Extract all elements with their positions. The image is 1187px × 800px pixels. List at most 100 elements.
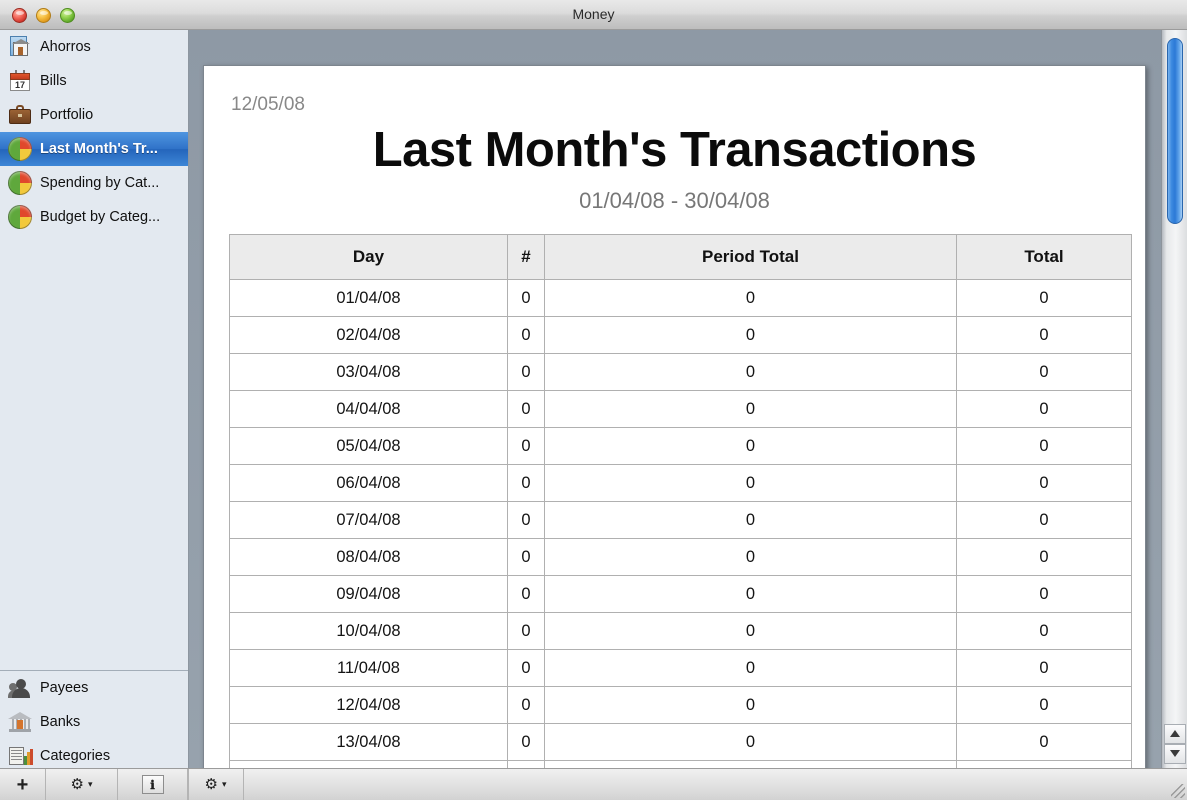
bottom-toolbar: + ⚙ ▾ ℹ ⚙ ▾: [0, 768, 1187, 800]
report-date: 12/05/08: [231, 94, 305, 115]
sidebar-item-budget-by-category[interactable]: Budget by Categ...: [0, 200, 188, 234]
cell-period-total: 0: [544, 353, 957, 391]
table-row: 08/04/08 0 0 0: [229, 538, 1132, 576]
sidebar-item-banks[interactable]: Banks: [0, 705, 188, 739]
cell-total: 0: [956, 353, 1132, 391]
sidebar: Ahorros 17 Bills Portfolio Last Month's …: [0, 30, 189, 768]
pie-chart-icon: [8, 205, 32, 229]
cell-period-total: 0: [544, 390, 957, 428]
cell-total: 0: [956, 686, 1132, 724]
cell-day: 12/04/08: [229, 686, 508, 724]
cell-period-total: 0: [544, 575, 957, 613]
cell-count: 0: [507, 316, 545, 354]
table-row: 04/04/08 0 0 0: [229, 390, 1132, 428]
cell-total: 0: [956, 612, 1132, 650]
sidebar-item-categories[interactable]: Categories: [0, 739, 188, 768]
report-action-menu-button[interactable]: ⚙ ▾: [188, 769, 244, 800]
table-row: 01/04/08 0 0 0: [229, 279, 1132, 317]
savings-bank-icon: [8, 35, 32, 59]
table-row: 09/04/08 0 0 0: [229, 575, 1132, 613]
plus-icon: +: [16, 773, 29, 796]
cell-day: 09/04/08: [229, 575, 508, 613]
cell-day: 14/04/08: [229, 760, 508, 768]
scroll-down-button[interactable]: [1164, 744, 1186, 764]
sidebar-item-label: Last Month's Tr...: [40, 141, 158, 157]
cell-count: 0: [507, 501, 545, 539]
briefcase-icon: [8, 103, 32, 127]
table-row: 12/04/08 0 0 0: [229, 686, 1132, 724]
report-title: Last Month's Transactions: [372, 123, 977, 177]
chevron-down-icon: [1170, 750, 1180, 757]
cell-count: 0: [507, 686, 545, 724]
cell-count: 0: [507, 612, 545, 650]
table-row: 05/04/08 0 0 0: [229, 427, 1132, 465]
sidebar-item-label: Portfolio: [40, 107, 94, 123]
cell-count: 0: [507, 760, 545, 768]
chevron-down-icon: ▾: [221, 779, 227, 789]
info-icon: ℹ: [141, 775, 164, 794]
people-icon: [8, 676, 32, 700]
cell-period-total: 0: [544, 760, 957, 768]
vertical-scrollbar[interactable]: [1161, 30, 1187, 768]
cell-period-total: 0: [544, 649, 957, 687]
cell-total: 0: [956, 464, 1132, 502]
sidebar-item-bills[interactable]: 17 Bills: [0, 64, 188, 98]
cell-day: 02/04/08: [229, 316, 508, 354]
chevron-up-icon: [1170, 730, 1180, 737]
sidebar-item-last-months-transactions[interactable]: Last Month's Tr...: [0, 132, 188, 166]
add-button[interactable]: +: [0, 769, 46, 800]
cell-count: 0: [507, 353, 545, 391]
sidebar-item-label: Payees: [40, 680, 89, 696]
action-menu-button[interactable]: ⚙ ▾: [46, 769, 118, 800]
table-row: 06/04/08 0 0 0: [229, 464, 1132, 502]
table-header-row: Day # Period Total Total: [229, 234, 1132, 280]
cell-period-total: 0: [544, 612, 957, 650]
sidebar-item-portfolio[interactable]: Portfolio: [0, 98, 188, 132]
column-header-count: #: [507, 234, 545, 280]
column-header-total: Total: [956, 234, 1132, 280]
cell-count: 0: [507, 279, 545, 317]
cell-count: 0: [507, 649, 545, 687]
gear-icon: ⚙: [70, 776, 84, 793]
info-toggle-button[interactable]: ℹ: [118, 769, 188, 800]
cell-total: 0: [956, 279, 1132, 317]
scroll-up-button[interactable]: [1164, 724, 1186, 744]
cell-period-total: 0: [544, 279, 957, 317]
table-row: 14/04/08000: [229, 760, 1132, 768]
sidebar-item-label: Spending by Cat...: [40, 175, 160, 191]
cell-total: 0: [956, 316, 1132, 354]
cell-total: 0: [956, 575, 1132, 613]
report-canvas: 12/05/08 Last Month's Transactions 01/04…: [189, 30, 1161, 768]
table-body: 01/04/08 0 0 0 02/04/08 0 0 0 03/04/08 0 0 0 04/04/0…: [229, 279, 1132, 768]
cell-day: 06/04/08: [229, 464, 508, 502]
scrollbar-thumb[interactable]: [1167, 38, 1183, 224]
sidebar-item-ahorros[interactable]: Ahorros: [0, 30, 188, 64]
calendar-icon: 17: [8, 69, 32, 93]
sidebar-bottom-list: Payees Banks Categories: [0, 670, 188, 768]
cell-total: 0: [956, 501, 1132, 539]
sidebar-item-spending-by-category[interactable]: Spending by Cat...: [0, 166, 188, 200]
pie-chart-icon: [8, 137, 32, 161]
cell-day: 11/04/08: [229, 649, 508, 687]
transactions-table: Day # Period Total Total 01/04/08 0 0 0 02/0…: [229, 234, 1132, 768]
cell-period-total: 0: [544, 427, 957, 465]
cell-day: 04/04/08: [229, 390, 508, 428]
window-resize-grip[interactable]: [1171, 784, 1185, 798]
cell-day: 01/04/08: [229, 279, 508, 317]
sidebar-item-payees[interactable]: Payees: [0, 671, 188, 705]
cell-period-total: 0: [544, 686, 957, 724]
title-bar: Money: [0, 0, 1187, 30]
sidebar-top-list: Ahorros 17 Bills Portfolio Last Month's …: [0, 30, 188, 234]
table-row: 07/04/08 0 0 0: [229, 501, 1132, 539]
sidebar-item-label: Ahorros: [40, 39, 91, 55]
cell-period-total: 0: [544, 316, 957, 354]
sidebar-item-label: Categories: [40, 748, 111, 764]
cell-total: 0: [956, 649, 1132, 687]
cell-count: 0: [507, 390, 545, 428]
cell-count: 0: [507, 538, 545, 576]
cell-total: 0: [956, 390, 1132, 428]
cell-day: 05/04/08: [229, 427, 508, 465]
cell-total: 0: [956, 723, 1132, 761]
table-row: 13/04/08 0 0 0: [229, 723, 1132, 761]
main-content-area: 12/05/08 Last Month's Transactions 01/04…: [189, 30, 1187, 768]
